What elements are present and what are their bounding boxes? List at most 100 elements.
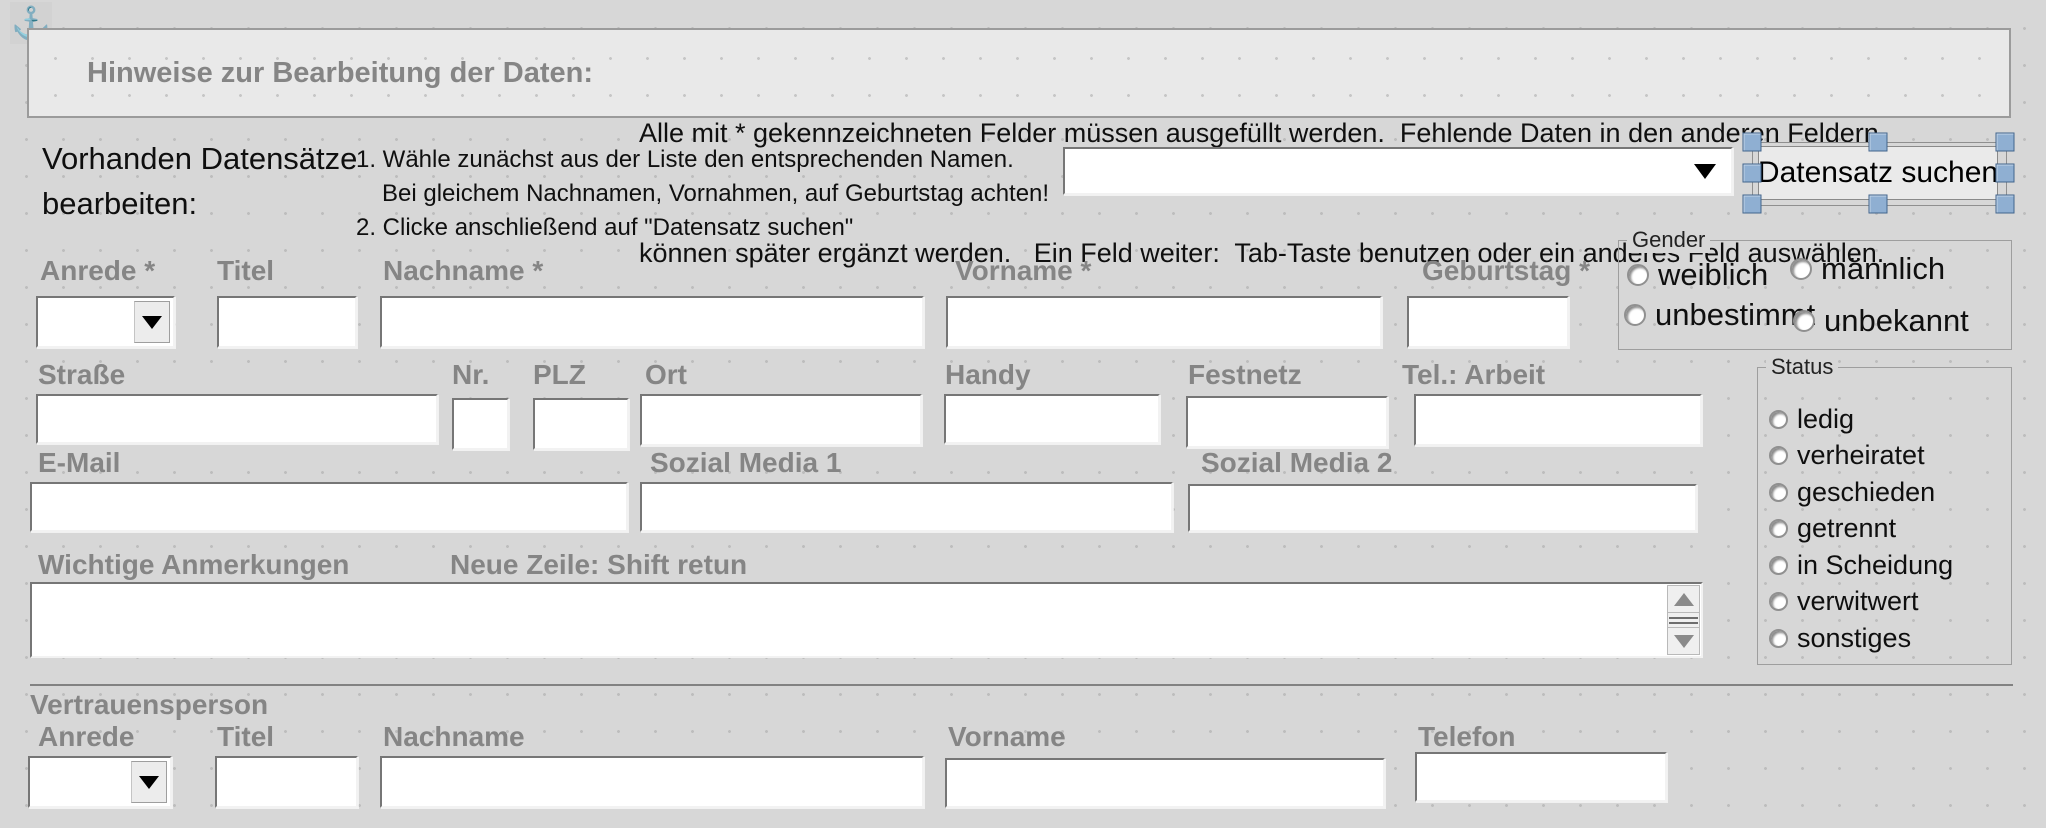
tel-arbeit-input[interactable] <box>1414 394 1702 446</box>
datensatz-suchen-button[interactable]: Datensatz suchen <box>1758 146 1998 200</box>
gender-legend: Gender <box>1627 227 1710 253</box>
radio-sonstiges[interactable] <box>1769 629 1788 648</box>
ort-input[interactable] <box>640 394 922 446</box>
selection-handle[interactable] <box>1996 164 2015 183</box>
radio-unbestimmt[interactable] <box>1624 304 1646 326</box>
anrede-dropdown-button[interactable] <box>134 301 170 343</box>
gender-fieldset: Gender weiblich männlich unbestimmt unbe… <box>1618 240 2012 350</box>
radio-ledig[interactable] <box>1769 410 1788 429</box>
chevron-down-icon <box>142 316 162 329</box>
existing-records-label: Vorhanden Datensätze bearbeiten: <box>42 136 357 226</box>
chevron-down-icon <box>1694 164 1716 179</box>
search-instructions: 1. Wähle zunächst aus der Liste den ents… <box>356 143 1049 245</box>
radio-in-scheidung[interactable] <box>1769 556 1788 575</box>
gender-option-label[interactable]: unbestimmt <box>1655 297 1815 333</box>
status-fieldset: Status ledig verheiratet geschieden getr… <box>1757 367 2012 665</box>
nachname-label: Nachname * <box>383 256 543 287</box>
gender-option-label[interactable]: männlich <box>1821 251 1945 287</box>
section-divider <box>30 684 2013 686</box>
scroll-up-button[interactable] <box>1667 585 1700 613</box>
festnetz-input[interactable] <box>1186 396 1388 448</box>
radio-verwitwert[interactable] <box>1769 592 1788 611</box>
titel-label: Titel <box>217 256 274 287</box>
status-option-label[interactable]: in Scheidung <box>1797 550 1953 581</box>
name-search-input[interactable] <box>1065 149 1731 193</box>
form-canvas: { "colors": { "background": "#d7d7d7", "… <box>0 0 2046 828</box>
selection-handle[interactable] <box>1869 195 1888 214</box>
strasse-label: Straße <box>38 360 125 391</box>
radio-verheiratet[interactable] <box>1769 446 1788 465</box>
geburtstag-input[interactable] <box>1407 296 1569 348</box>
selection-handle[interactable] <box>1743 195 1762 214</box>
triangle-down-icon <box>1674 635 1694 648</box>
sozial-media-1-input[interactable] <box>640 482 1173 532</box>
gender-option-label[interactable]: unbekannt <box>1824 303 1969 339</box>
plz-label: PLZ <box>533 360 586 391</box>
vertrauensperson-section-label: Vertrauensperson <box>30 690 268 721</box>
triangle-up-icon <box>1674 593 1694 606</box>
anmerkungen-textarea-frame <box>30 582 1703 658</box>
instruction-line-1: 1. Wähle zunächst aus der Liste den ents… <box>356 143 1049 177</box>
scroll-down-button[interactable] <box>1667 627 1700 655</box>
nr-label: Nr. <box>452 360 489 391</box>
chevron-down-icon <box>139 776 159 789</box>
selection-handle[interactable] <box>1996 133 2015 152</box>
vp-telefon-label: Telefon <box>1418 722 1515 753</box>
vp-telefon-input[interactable] <box>1415 752 1667 802</box>
status-option-label[interactable]: ledig <box>1797 404 1854 435</box>
anmerkungen-textarea[interactable] <box>32 584 1665 656</box>
radio-unbekannt[interactable] <box>1793 310 1815 332</box>
vp-anrede-label: Anrede <box>38 722 134 753</box>
vp-anrede-select[interactable] <box>28 756 172 808</box>
vp-vorname-input[interactable] <box>945 758 1385 808</box>
sozial-media-2-input[interactable] <box>1188 484 1697 532</box>
vp-titel-input[interactable] <box>215 756 358 808</box>
anmerkungen-hint: Neue Zeile: Shift retun <box>450 550 747 581</box>
gender-option-label[interactable]: weiblich <box>1658 257 1768 293</box>
radio-weiblich[interactable] <box>1627 264 1649 286</box>
anrede-label: Anrede * <box>40 256 155 287</box>
anmerkungen-label: Wichtige Anmerkungen <box>38 550 349 581</box>
email-label: E-Mail <box>38 448 120 479</box>
selection-handle[interactable] <box>1743 164 1762 183</box>
notes-scrollbar[interactable] <box>1667 585 1700 655</box>
titel-input[interactable] <box>217 296 357 348</box>
status-option-label[interactable]: getrennt <box>1797 513 1896 544</box>
hints-box: Hinweise zur Bearbeitung der Daten: Alle… <box>27 28 2011 118</box>
geburtstag-label: Geburtstag * <box>1422 256 1590 287</box>
vp-nachname-label: Nachname <box>383 722 525 753</box>
name-search-combobox[interactable] <box>1063 147 1733 195</box>
selection-handle[interactable] <box>1869 133 1888 152</box>
email-input[interactable] <box>30 482 628 532</box>
radio-maennlich[interactable] <box>1790 258 1812 280</box>
status-legend: Status <box>1766 354 1838 380</box>
hints-title: Hinweise zur Bearbeitung der Daten: <box>87 30 593 116</box>
status-option-label[interactable]: sonstiges <box>1797 623 1911 654</box>
strasse-input[interactable] <box>36 394 438 444</box>
vp-nachname-input[interactable] <box>380 756 924 808</box>
nachname-input[interactable] <box>380 296 924 348</box>
status-option-label[interactable]: verheiratet <box>1797 440 1925 471</box>
radio-getrennt[interactable] <box>1769 519 1788 538</box>
instruction-line-2: Bei gleichem Nachnamen, Vornahmen, auf G… <box>356 177 1049 211</box>
ort-label: Ort <box>645 360 687 391</box>
status-option-label[interactable]: verwitwert <box>1797 586 1919 617</box>
anrede-select[interactable] <box>36 296 175 348</box>
plz-input[interactable] <box>533 398 629 450</box>
status-option-label[interactable]: geschieden <box>1797 477 1935 508</box>
radio-geschieden[interactable] <box>1769 483 1788 502</box>
handy-input[interactable] <box>944 394 1160 444</box>
tel-arbeit-label: Tel.: Arbeit <box>1402 360 1545 391</box>
nr-input[interactable] <box>452 398 509 450</box>
selection-handle[interactable] <box>1996 195 2015 214</box>
scroll-thumb[interactable] <box>1667 613 1700 627</box>
vp-vorname-label: Vorname <box>948 722 1066 753</box>
vorname-label: Vorname * <box>955 256 1091 287</box>
vp-anrede-dropdown-button[interactable] <box>131 761 167 803</box>
sozial-media-2-label: Sozial Media 2 <box>1201 448 1392 479</box>
combobox-dropdown-button[interactable] <box>1685 149 1725 193</box>
vorname-input[interactable] <box>946 296 1382 348</box>
selection-handle[interactable] <box>1743 133 1762 152</box>
sozial-media-1-label: Sozial Media 1 <box>650 448 841 479</box>
instruction-line-3: 2. Clicke anschließend auf "Datensatz su… <box>356 211 1049 245</box>
